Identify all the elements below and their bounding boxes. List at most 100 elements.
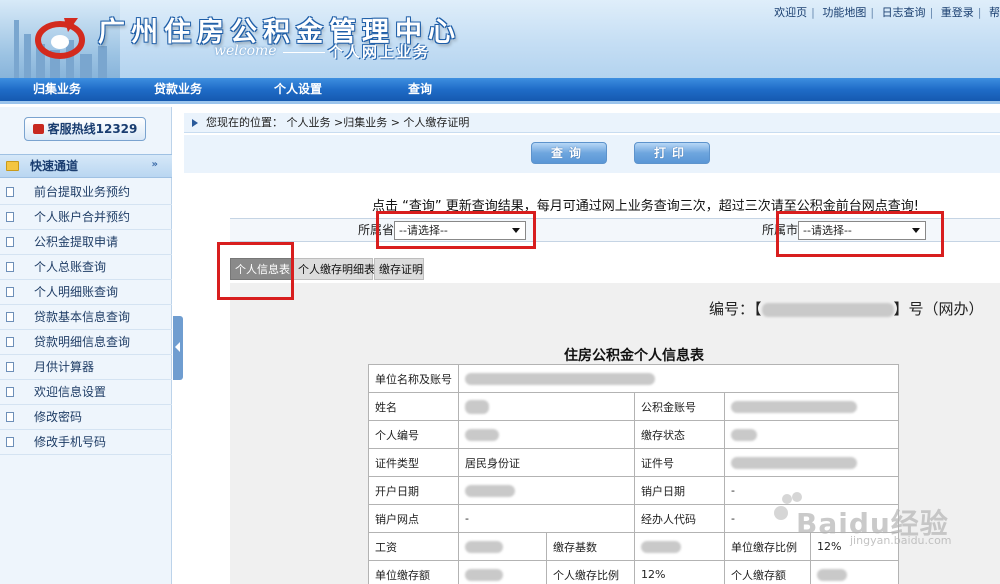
site-subtitle: 个人网上业务 <box>328 43 431 61</box>
query-button[interactable]: 查询 <box>531 142 607 164</box>
divider-line <box>283 52 325 53</box>
sidebar-item-loan-info-query[interactable]: 贷款基本信息查询 <box>0 305 172 330</box>
redacted-value <box>761 302 894 317</box>
cell-value <box>724 392 899 421</box>
cell-label: 单位缴存额 <box>368 560 459 584</box>
hotline-label: 客服热线12329 <box>47 122 138 136</box>
cell-value: 12% <box>810 532 899 561</box>
link-help[interactable]: 帮 <box>989 6 1000 19</box>
tab-deposit-certificate[interactable]: 缴存证明 <box>374 258 424 280</box>
cell-value: - <box>458 504 635 533</box>
link-function-map[interactable]: 功能地图 <box>822 6 866 19</box>
document-icon <box>6 437 14 447</box>
breadcrumb: 您现在的位置： 个人业务 >归集业务 > 个人缴存证明 <box>206 116 470 129</box>
sidebar-item-welcome-settings[interactable]: 欢迎信息设置 <box>0 380 172 405</box>
document-icon <box>6 187 14 197</box>
nav-item-settings[interactable]: 个人设置 <box>250 78 346 101</box>
cell-label: 个人缴存额 <box>724 560 811 584</box>
cell-value <box>724 420 899 449</box>
cell-value: - <box>724 476 899 505</box>
cell-label: 姓名 <box>368 392 459 421</box>
cell-label: 单位名称及账号 <box>368 364 459 393</box>
nav-item-loan[interactable]: 贷款业务 <box>130 78 226 101</box>
cell-value <box>458 420 635 449</box>
sidebar-item-detail-query[interactable]: 个人明细账查询 <box>0 280 172 305</box>
link-relogin[interactable]: 重登录 <box>941 6 974 19</box>
document-icon <box>6 362 14 372</box>
link-log-query[interactable]: 日志查询 <box>882 6 926 19</box>
action-bar: 查询 打印 <box>184 135 1000 173</box>
breadcrumb-bar: 您现在的位置： 个人业务 >归集业务 > 个人缴存证明 <box>184 113 1000 133</box>
table-row: 销户网点 - 经办人代码 - <box>368 504 899 533</box>
cell-label: 单位缴存比例 <box>724 532 811 561</box>
cell-value: - <box>724 504 899 533</box>
sidebar-toggle-button[interactable] <box>173 316 183 380</box>
logo-icon <box>35 18 85 59</box>
table-row: 姓名 公积金账号 <box>368 392 899 421</box>
link-welcome-page[interactable]: 欢迎页 <box>774 6 807 19</box>
top-links: 欢迎页 | 功能地图 | 日志查询 | 重登录 | 帮 <box>774 6 1000 19</box>
sidebar-item-ledger-query[interactable]: 个人总账查询 <box>0 255 172 280</box>
hotline-button[interactable]: 客服热线12329 <box>24 117 146 141</box>
info-table: 单位名称及账号 姓名 公积金账号 个人编号 缴存状态 证件类型 居民身份证 证件… <box>368 364 899 584</box>
cell-label: 销户日期 <box>634 476 725 505</box>
document-number-prefix: 编号：【 <box>709 300 762 318</box>
cell-value <box>634 532 725 561</box>
cell-label: 经办人代码 <box>634 504 725 533</box>
sidebar-item-loan-detail-query[interactable]: 贷款明细信息查询 <box>0 330 172 355</box>
document-icon <box>6 412 14 422</box>
sidebar-item-payment-calculator[interactable]: 月供计算器 <box>0 355 172 380</box>
arrow-right-icon <box>192 119 198 127</box>
collapse-arrow-icon <box>175 342 180 352</box>
nav-item-query[interactable]: 查询 <box>372 78 468 101</box>
cell-value: 居民身份证 <box>458 448 635 477</box>
document-icon <box>6 287 14 297</box>
highlight-box <box>376 211 536 249</box>
cell-value <box>458 560 547 584</box>
cell-label: 证件类型 <box>368 448 459 477</box>
sidebar-item-account-merge-booking[interactable]: 个人账户合并预约 <box>0 205 172 230</box>
collapse-chevron-icon[interactable]: » <box>152 155 158 175</box>
highlight-box <box>776 211 944 257</box>
document-icon <box>6 212 14 222</box>
document-icon <box>6 262 14 272</box>
quick-access-title: 快速通道 <box>30 159 79 173</box>
cell-value: 12% <box>634 560 725 584</box>
cell-label: 开户日期 <box>368 476 459 505</box>
cell-value <box>810 560 899 584</box>
nav-item-collection[interactable]: 归集业务 <box>12 78 102 101</box>
table-row: 证件类型 居民身份证 证件号 <box>368 448 899 477</box>
header-banner: 广州住房公积金管理中心 welcome 个人网上业务 欢迎页 | 功能地图 | 日志… <box>0 0 1000 78</box>
quick-access-header[interactable]: 快速通道 » <box>0 154 172 178</box>
document-icon <box>6 237 14 247</box>
sidebar-item-withdrawal-application[interactable]: 公积金提取申请 <box>0 230 172 255</box>
main-content: 您现在的位置： 个人业务 >归集业务 > 个人缴存证明 查询 打印 点击 “查询… <box>184 107 1000 584</box>
main-nav: 归集业务 贷款业务 个人设置 查询 <box>0 78 1000 104</box>
cell-value <box>458 532 547 561</box>
cell-label: 缴存状态 <box>634 420 725 449</box>
cell-value <box>458 392 635 421</box>
cell-label: 个人缴存比例 <box>546 560 635 584</box>
highlight-box <box>217 242 294 300</box>
table-row: 单位缴存额 个人缴存比例 12% 个人缴存额 <box>368 560 899 584</box>
welcome-text: welcome <box>214 43 277 59</box>
cell-label: 公积金账号 <box>634 392 725 421</box>
print-button[interactable]: 打印 <box>634 142 710 164</box>
document-number-suffix: 】号（网办） <box>893 300 984 318</box>
document-icon <box>6 337 14 347</box>
table-row: 单位名称及账号 <box>368 364 899 393</box>
cell-label: 销户网点 <box>368 504 459 533</box>
cell-value <box>458 476 635 505</box>
sidebar-item-change-password[interactable]: 修改密码 <box>0 405 172 430</box>
sidebar-item-counter-withdrawal-booking[interactable]: 前台提取业务预约 <box>0 180 172 205</box>
sidebar-item-change-phone[interactable]: 修改手机号码 <box>0 430 172 455</box>
document-icon <box>6 387 14 397</box>
cell-label: 个人编号 <box>368 420 459 449</box>
cell-value <box>724 448 899 477</box>
tab-deposit-details[interactable]: 个人缴存明细表 <box>293 258 375 280</box>
folder-icon <box>6 161 19 171</box>
cell-label: 工资 <box>368 532 459 561</box>
document-number: 编号：【 】号（网办） <box>709 298 984 319</box>
form-title: 住房公积金个人信息表 <box>564 348 704 364</box>
table-row: 工资 缴存基数 单位缴存比例 12% <box>368 532 899 561</box>
